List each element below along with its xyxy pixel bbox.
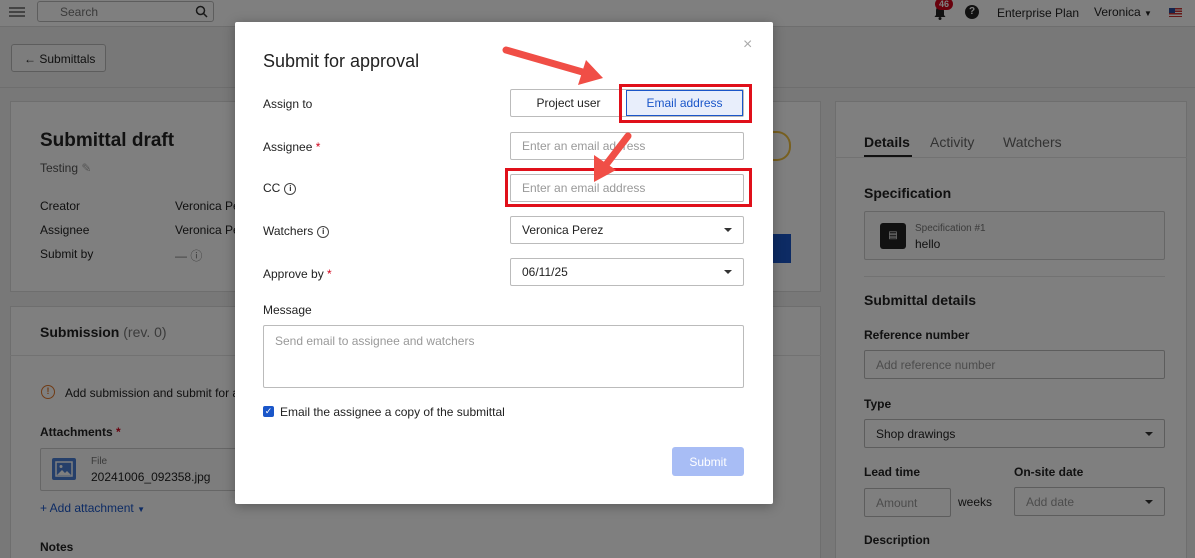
caret-down-icon (724, 228, 732, 232)
assignee-label-text: Assignee (263, 140, 313, 154)
watchers-select[interactable]: Veronica Perez (510, 216, 744, 244)
cc-label-text: CC (263, 181, 281, 195)
message-label: Message (263, 303, 312, 317)
caret-down-icon (724, 270, 732, 274)
message-placeholder: Send email to assignee and watchers (275, 334, 475, 348)
email-copy-checkbox[interactable]: ✓ (263, 406, 274, 417)
arrow-to-email-option (502, 46, 603, 85)
cc-label: CC i (263, 181, 297, 195)
approve-by-label-text: Approve by (263, 267, 324, 281)
assignee-label: Assignee * (263, 140, 320, 154)
arrow-to-cc-input (594, 132, 632, 182)
approve-by-date-select[interactable]: 06/11/25 (510, 258, 744, 286)
watchers-value: Veronica Perez (522, 223, 604, 237)
watchers-label: Watchers i (263, 224, 330, 238)
info-icon[interactable]: i (317, 225, 330, 238)
approve-by-value: 06/11/25 (522, 265, 568, 279)
assign-to-label: Assign to (263, 97, 313, 111)
watchers-label-text: Watchers (263, 224, 314, 238)
close-icon[interactable]: × (743, 36, 752, 54)
dialog-title: Submit for approval (263, 51, 420, 71)
email-copy-label[interactable]: Email the assignee a copy of the submitt… (280, 405, 505, 419)
required-marker: * (327, 267, 332, 281)
message-textarea[interactable]: Send email to assignee and watchers (263, 325, 744, 388)
submit-button[interactable]: Submit (672, 447, 744, 476)
approve-by-label: Approve by * (263, 267, 332, 281)
required-marker: * (315, 140, 321, 154)
info-icon[interactable]: i (284, 182, 297, 195)
annotation-arrows (502, 46, 632, 182)
